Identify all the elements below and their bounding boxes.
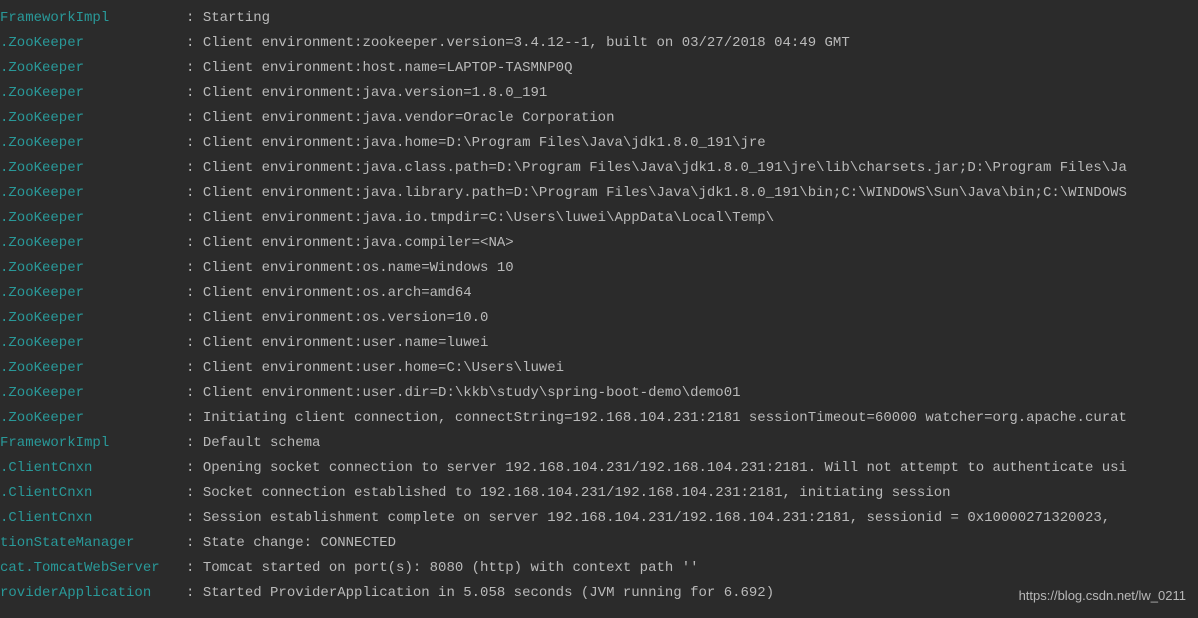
log-message: Client environment:java.library.path=D:\…	[203, 185, 1127, 201]
log-separator: :	[186, 135, 203, 151]
log-source: FrameworkImpl	[0, 6, 186, 31]
log-line: cat.TomcatWebServer: Tomcat started on p…	[0, 556, 1198, 581]
log-message: Client environment:java.home=D:\Program …	[203, 135, 766, 151]
log-source: .ClientCnxn	[0, 456, 186, 481]
log-message: Client environment:zookeeper.version=3.4…	[203, 35, 850, 51]
log-message: Starting	[203, 10, 270, 26]
log-separator: :	[186, 410, 203, 426]
log-line: .ZooKeeper: Client environment:java.clas…	[0, 156, 1198, 181]
log-separator: :	[186, 535, 203, 551]
log-source: .ClientCnxn	[0, 506, 186, 531]
log-separator: :	[186, 485, 203, 501]
log-line: .ZooKeeper: Client environment:zookeeper…	[0, 31, 1198, 56]
log-line: tionStateManager: State change: CONNECTE…	[0, 531, 1198, 556]
log-source: .ZooKeeper	[0, 231, 186, 256]
log-separator: :	[186, 360, 203, 376]
log-source: .ZooKeeper	[0, 281, 186, 306]
log-line: FrameworkImpl: Default schema	[0, 431, 1198, 456]
log-source: .ZooKeeper	[0, 206, 186, 231]
log-message: Default schema	[203, 435, 321, 451]
log-separator: :	[186, 310, 203, 326]
log-source: .ZooKeeper	[0, 306, 186, 331]
log-separator: :	[186, 285, 203, 301]
log-source: .ZooKeeper	[0, 406, 186, 431]
log-line: .ClientCnxn: Socket connection establish…	[0, 481, 1198, 506]
log-source: roviderApplication	[0, 581, 186, 606]
log-separator: :	[186, 260, 203, 276]
log-line: .ZooKeeper: Client environment:user.home…	[0, 356, 1198, 381]
log-separator: :	[186, 10, 203, 26]
log-separator: :	[186, 85, 203, 101]
log-separator: :	[186, 210, 203, 226]
log-message: Client environment:java.vendor=Oracle Co…	[203, 110, 615, 126]
log-line: .ZooKeeper: Client environment:java.vend…	[0, 106, 1198, 131]
log-line: .ClientCnxn: Session establishment compl…	[0, 506, 1198, 531]
log-source: .ClientCnxn	[0, 481, 186, 506]
log-source: .ZooKeeper	[0, 81, 186, 106]
log-separator: :	[186, 585, 203, 601]
log-line: .ZooKeeper: Client environment:java.comp…	[0, 231, 1198, 256]
log-source: .ZooKeeper	[0, 256, 186, 281]
log-line: .ZooKeeper: Client environment:host.name…	[0, 56, 1198, 81]
log-separator: :	[186, 110, 203, 126]
log-source: .ZooKeeper	[0, 331, 186, 356]
log-source: cat.TomcatWebServer	[0, 556, 186, 581]
log-source: .ZooKeeper	[0, 381, 186, 406]
log-source: FrameworkImpl	[0, 431, 186, 456]
log-line: .ZooKeeper: Client environment:user.name…	[0, 331, 1198, 356]
log-line: FrameworkImpl: Starting	[0, 6, 1198, 31]
log-line: .ZooKeeper: Client environment:user.dir=…	[0, 381, 1198, 406]
log-source: .ZooKeeper	[0, 106, 186, 131]
log-message: Client environment:user.home=C:\Users\lu…	[203, 360, 564, 376]
watermark-text: https://blog.csdn.net/lw_0211	[1019, 583, 1186, 608]
log-source: .ZooKeeper	[0, 31, 186, 56]
log-separator: :	[186, 510, 203, 526]
log-line: .ZooKeeper: Client environment:java.libr…	[0, 181, 1198, 206]
log-line: .ZooKeeper: Client environment:java.vers…	[0, 81, 1198, 106]
log-message: Client environment:java.class.path=D:\Pr…	[203, 160, 1127, 176]
log-separator: :	[186, 560, 203, 576]
log-source: .ZooKeeper	[0, 156, 186, 181]
log-separator: :	[186, 335, 203, 351]
log-message: Initiating client connection, connectStr…	[203, 410, 1127, 426]
log-message: Client environment:os.version=10.0	[203, 310, 489, 326]
log-message: Client environment:os.arch=amd64	[203, 285, 472, 301]
log-message: State change: CONNECTED	[203, 535, 396, 551]
log-separator: :	[186, 60, 203, 76]
log-source: .ZooKeeper	[0, 181, 186, 206]
log-separator: :	[186, 235, 203, 251]
log-message: Client environment:user.dir=D:\kkb\study…	[203, 385, 741, 401]
log-line: .ZooKeeper: Client environment:os.name=W…	[0, 256, 1198, 281]
log-line: .ZooKeeper: Client environment:os.versio…	[0, 306, 1198, 331]
log-message: Client environment:java.version=1.8.0_19…	[203, 85, 547, 101]
log-separator: :	[186, 385, 203, 401]
log-message: Client environment:user.name=luwei	[203, 335, 489, 351]
log-message: Session establishment complete on server…	[203, 510, 1110, 526]
log-separator: :	[186, 160, 203, 176]
log-line: .ZooKeeper: Client environment:java.io.t…	[0, 206, 1198, 231]
log-line: .ClientCnxn: Opening socket connection t…	[0, 456, 1198, 481]
log-source: tionStateManager	[0, 531, 186, 556]
log-message: Client environment:java.compiler=<NA>	[203, 235, 514, 251]
log-message: Client environment:host.name=LAPTOP-TASM…	[203, 60, 573, 76]
log-message: Opening socket connection to server 192.…	[203, 460, 1127, 476]
log-message: Client environment:os.name=Windows 10	[203, 260, 514, 276]
log-line: .ZooKeeper: Client environment:os.arch=a…	[0, 281, 1198, 306]
log-source: .ZooKeeper	[0, 131, 186, 156]
log-separator: :	[186, 460, 203, 476]
log-line: .ZooKeeper: Initiating client connection…	[0, 406, 1198, 431]
log-message: Started ProviderApplication in 5.058 sec…	[203, 585, 774, 601]
log-line: .ZooKeeper: Client environment:java.home…	[0, 131, 1198, 156]
log-separator: :	[186, 35, 203, 51]
log-message: Tomcat started on port(s): 8080 (http) w…	[203, 560, 699, 576]
log-source: .ZooKeeper	[0, 56, 186, 81]
log-message: Client environment:java.io.tmpdir=C:\Use…	[203, 210, 774, 226]
log-separator: :	[186, 435, 203, 451]
log-separator: :	[186, 185, 203, 201]
log-output: FrameworkImpl: Starting.ZooKeeper: Clien…	[0, 6, 1198, 606]
log-message: Socket connection established to 192.168…	[203, 485, 951, 501]
log-source: .ZooKeeper	[0, 356, 186, 381]
